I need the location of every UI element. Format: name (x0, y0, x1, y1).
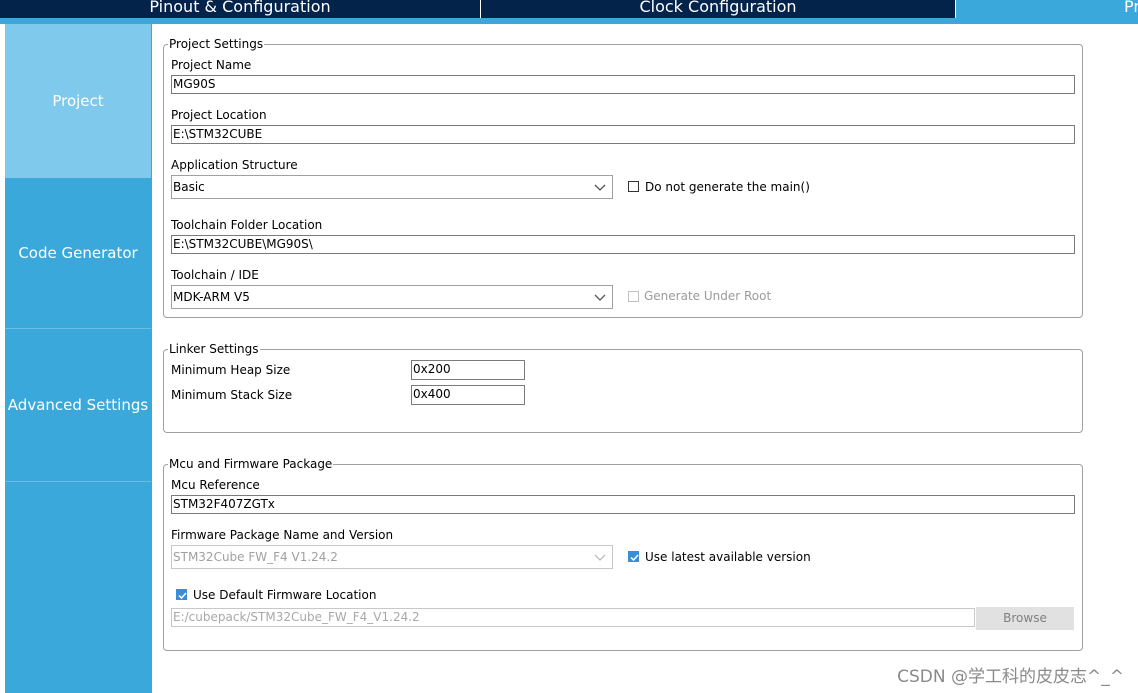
heap-size-field[interactable]: 0x200 (411, 360, 525, 380)
check-icon (630, 554, 639, 562)
use-default-location-label: Use Default Firmware Location (193, 588, 377, 602)
watermark: CSDN @学工科的皮皮志^_^ (897, 667, 1124, 687)
tab-project-manager[interactable]: Project Manager (956, 0, 1138, 18)
no-main-label: Do not generate the main() (645, 180, 810, 194)
stack-size-label: Minimum Stack Size (171, 388, 293, 402)
stack-size-field[interactable]: 0x400 (411, 385, 525, 405)
app-structure-label: Application Structure (171, 158, 298, 172)
project-location-field[interactable]: E:\STM32CUBE (171, 125, 1075, 144)
side-tab-code-generator[interactable]: Code Generator (5, 178, 151, 328)
linker-settings-group (163, 349, 1083, 433)
tab-pinout-configuration[interactable]: Pinout & Configuration (0, 0, 480, 18)
toolchain-ide-label: Toolchain / IDE (171, 268, 259, 282)
group-title: Project Settings (168, 37, 265, 51)
side-tab-label: Code Generator (18, 244, 138, 262)
project-name-label: Project Name (171, 58, 252, 72)
firmware-location-field[interactable]: E:/cubepack/STM32Cube_FW_F4_V1.24.2 (171, 608, 975, 627)
tab-label: Clock Configuration (639, 0, 797, 16)
tab-label: Pinout & Configuration (149, 0, 331, 16)
toolchain-ide-select[interactable]: MDK-ARM V5 (171, 285, 613, 309)
generate-under-root-checkbox[interactable] (628, 291, 639, 302)
check-icon (178, 592, 187, 600)
select-value: MDK-ARM V5 (173, 290, 250, 304)
toolchain-folder-label: Toolchain Folder Location (171, 218, 323, 232)
chevron-down-icon (594, 294, 606, 301)
project-name-field[interactable]: MG90S (171, 75, 1075, 94)
select-value: Basic (173, 180, 205, 194)
project-location-label: Project Location (171, 108, 267, 122)
group-title: Linker Settings (168, 342, 260, 356)
tab-clock-configuration[interactable]: Clock Configuration (481, 0, 955, 18)
side-tab-label: Project (52, 92, 104, 110)
chevron-down-icon (594, 184, 606, 191)
generate-under-root-label: Generate Under Root (644, 289, 772, 303)
chevron-down-icon (594, 554, 606, 561)
toolchain-folder-field[interactable]: E:\STM32CUBE\MG90S\ (171, 235, 1075, 254)
use-latest-checkbox[interactable] (628, 551, 639, 562)
mcu-reference-label: Mcu Reference (171, 478, 260, 492)
mcu-reference-field[interactable]: STM32F407ZGTx (171, 495, 1075, 514)
browse-button[interactable]: Browse (976, 607, 1074, 630)
side-tab-label: Advanced Settings (7, 396, 149, 414)
app-structure-select[interactable]: Basic (171, 175, 613, 199)
select-value: STM32Cube FW_F4 V1.24.2 (173, 550, 338, 564)
firmware-package-label: Firmware Package Name and Version (171, 528, 394, 542)
side-tab-advanced-settings[interactable]: Advanced Settings (5, 329, 151, 481)
tab-label: Project Manager (1124, 0, 1138, 16)
side-tab-project[interactable]: Project (5, 24, 151, 178)
use-default-location-checkbox[interactable] (176, 589, 187, 600)
tab-underline (0, 18, 1138, 24)
group-title: Mcu and Firmware Package (168, 457, 334, 471)
firmware-package-select[interactable]: STM32Cube FW_F4 V1.24.2 (171, 545, 613, 569)
heap-size-label: Minimum Heap Size (171, 363, 291, 377)
side-divider (5, 481, 151, 482)
no-main-checkbox[interactable] (628, 181, 639, 192)
use-latest-label: Use latest available version (645, 550, 811, 564)
